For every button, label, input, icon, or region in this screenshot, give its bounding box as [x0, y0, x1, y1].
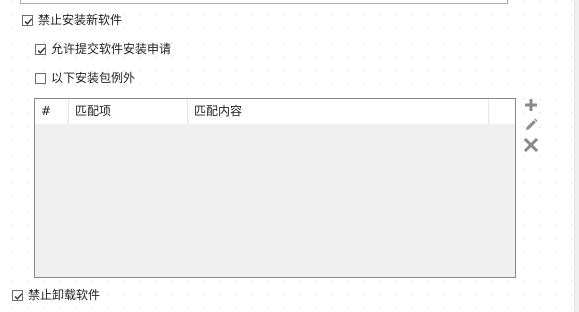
forbid-uninstall-option[interactable]: 禁止卸载软件	[12, 287, 100, 303]
allow-request-option[interactable]: 允许提交软件安装申请	[35, 41, 171, 57]
column-header-match-content[interactable]: 匹配内容	[188, 99, 489, 124]
forbid-install-option[interactable]: 禁止安装新软件	[22, 12, 122, 28]
add-button[interactable]	[523, 97, 539, 113]
except-packages-checkbox[interactable]	[35, 72, 46, 84]
forbid-install-label: 禁止安装新软件	[38, 13, 123, 27]
checkmark-icon	[37, 46, 46, 54]
except-packages-label: 以下安装包例外	[51, 71, 136, 85]
edit-button[interactable]	[523, 117, 539, 133]
allow-request-label: 允许提交软件安装申请	[51, 42, 172, 56]
except-packages-option[interactable]: 以下安装包例外	[35, 70, 135, 86]
table-header: # 匹配项 匹配内容	[35, 99, 515, 124]
checkmark-icon	[24, 17, 33, 25]
forbid-install-checkbox[interactable]	[22, 14, 33, 26]
forbid-uninstall-checkbox[interactable]	[12, 289, 23, 301]
column-header-extra[interactable]	[489, 99, 515, 124]
allow-request-checkbox[interactable]	[35, 43, 46, 55]
top-text-field[interactable]	[20, 0, 508, 4]
column-header-index[interactable]: #	[35, 99, 69, 124]
scrollbar-track[interactable]	[574, 0, 579, 312]
column-header-match-item[interactable]: 匹配项	[69, 99, 188, 124]
pencil-icon	[526, 118, 538, 130]
checkmark-icon	[14, 292, 23, 300]
x-icon	[524, 138, 538, 152]
delete-button[interactable]	[523, 137, 539, 153]
plus-icon	[525, 99, 537, 111]
exception-table[interactable]: # 匹配项 匹配内容	[34, 98, 516, 278]
forbid-uninstall-label: 禁止卸载软件	[28, 288, 101, 302]
